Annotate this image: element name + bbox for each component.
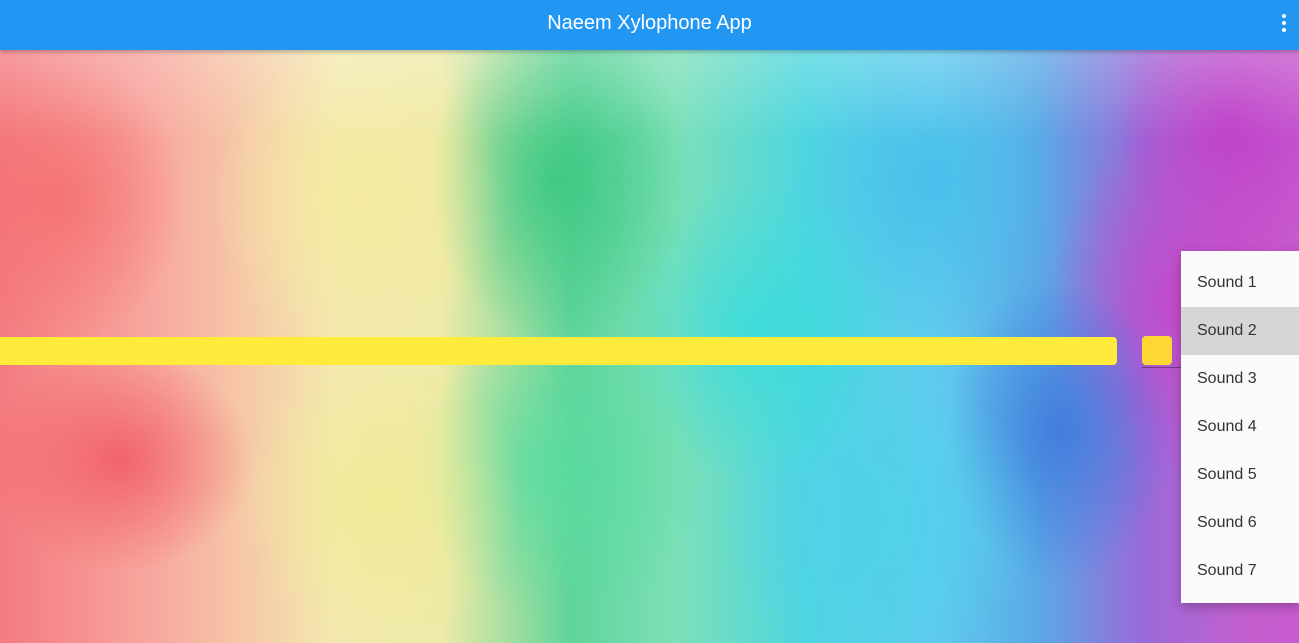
menu-dot: [1282, 28, 1286, 32]
menu-dot: [1282, 14, 1286, 18]
menu-item-sound-5[interactable]: Sound 5: [1181, 451, 1299, 499]
menu-item-sound-1[interactable]: Sound 1: [1181, 259, 1299, 307]
menu-item-sound-7[interactable]: Sound 7: [1181, 547, 1299, 595]
xylophone-bar[interactable]: [0, 337, 1117, 365]
app-bar: Naeem Xylophone App: [0, 0, 1299, 50]
menu-item-sound-2[interactable]: Sound 2: [1181, 307, 1299, 355]
smoke-background-image: [0, 0, 1299, 643]
sound-menu: Sound 1 Sound 2 Sound 3 Sound 4 Sound 5 …: [1181, 251, 1299, 603]
menu-dot: [1282, 21, 1286, 25]
app-root: Naeem Xylophone App Sound 1 Sound 2 Soun…: [0, 0, 1299, 643]
more-vert-icon[interactable]: [1275, 8, 1293, 38]
app-title: Naeem Xylophone App: [547, 12, 752, 34]
menu-item-sound-3[interactable]: Sound 3: [1181, 355, 1299, 403]
menu-item-sound-4[interactable]: Sound 4: [1181, 403, 1299, 451]
menu-item-sound-6[interactable]: Sound 6: [1181, 499, 1299, 547]
color-swatch: [1142, 336, 1172, 365]
